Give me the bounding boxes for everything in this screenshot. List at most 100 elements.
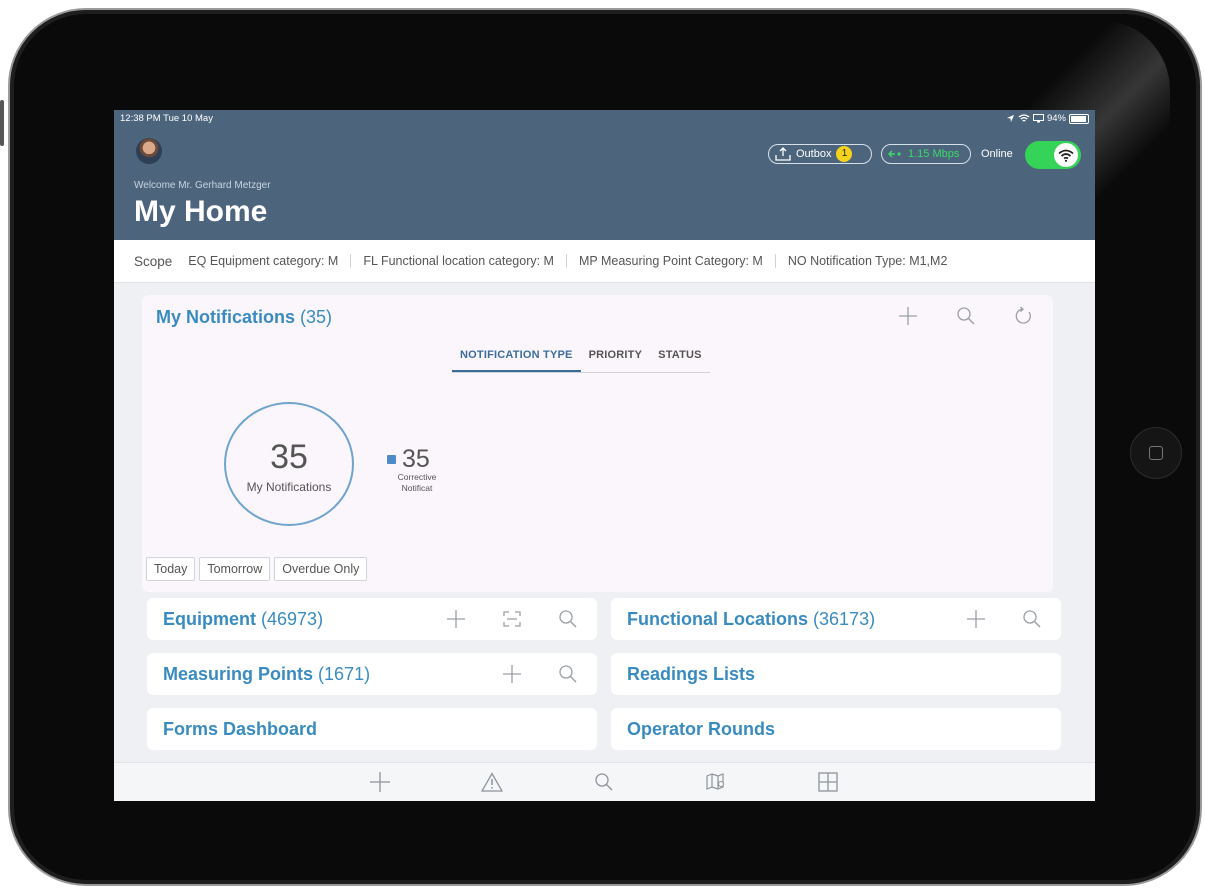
functional-locations-count: (36173) <box>813 609 876 629</box>
functional-locations-title-text: Functional Locations <box>627 609 809 629</box>
scope-item-equipment[interactable]: EQ Equipment category: M <box>188 254 350 268</box>
chart-legend: 35 Corrective Notificat <box>387 445 447 494</box>
plus-icon <box>899 307 917 325</box>
add-functional-location-button[interactable] <box>965 608 987 630</box>
plus-icon <box>447 610 465 628</box>
scan-icon <box>503 611 521 627</box>
battery-percent: 94% <box>1046 113 1066 124</box>
functional-locations-actions <box>965 608 1043 630</box>
scope-bar[interactable]: Scope EQ Equipment category: M FL Functi… <box>114 240 1095 283</box>
plus-icon <box>503 665 521 683</box>
tab-create[interactable] <box>369 771 391 793</box>
outbox-button[interactable]: Outbox 1 <box>768 144 872 164</box>
header: 12:38 PM Tue 10 May 94% Welcome Mr. Gerh… <box>114 110 1095 240</box>
map-icon <box>706 773 725 790</box>
measuring-points-count: (1671) <box>318 664 371 684</box>
scope-item-notification-type[interactable]: NO Notification Type: M1,M2 <box>774 254 960 268</box>
home-button-icon <box>1149 446 1163 460</box>
legend-value: 35 <box>402 445 430 473</box>
toggle-knob <box>1054 143 1078 167</box>
location-icon <box>1006 114 1015 123</box>
warning-icon <box>481 772 503 792</box>
tab-search[interactable] <box>593 771 615 793</box>
outbox-label: Outbox <box>796 148 832 160</box>
add-notification-button[interactable] <box>897 305 919 327</box>
search-functional-locations-button[interactable] <box>1021 608 1043 630</box>
scope-item-functional-location[interactable]: FL Functional location category: M <box>350 254 566 268</box>
scope-label: Scope <box>134 253 173 269</box>
filter-today-button[interactable]: Today <box>146 557 196 581</box>
measuring-points-actions <box>501 663 579 685</box>
forms-dashboard-tile[interactable]: Forms Dashboard <box>147 708 597 750</box>
status-time: 12:38 PM Tue 10 May <box>120 113 213 124</box>
search-icon <box>559 665 577 683</box>
legend-item[interactable]: 35 <box>387 445 447 474</box>
scan-equipment-button[interactable] <box>501 608 523 630</box>
speed-arrow-icon <box>888 150 901 158</box>
outbox-count-badge: 1 <box>836 146 853 162</box>
page-title: My Home <box>134 195 268 228</box>
search-icon <box>1023 610 1041 628</box>
search-icon <box>595 773 613 791</box>
donut-label: My Notifications <box>246 480 332 494</box>
filter-tomorrow-button[interactable]: Tomorrow <box>199 557 271 581</box>
legend-swatch <box>387 455 396 464</box>
add-equipment-button[interactable] <box>445 608 467 630</box>
functional-locations-title: Functional Locations (36173) <box>627 609 875 630</box>
equipment-title-text: Equipment <box>163 609 256 629</box>
search-icon <box>957 307 975 325</box>
tab-notifications[interactable] <box>481 771 503 793</box>
notification-tabs: NOTIFICATION TYPE PRIORITY STATUS <box>452 345 710 373</box>
search-measuring-points-button[interactable] <box>557 663 579 685</box>
network-speed: 1.15 Mbps <box>908 148 960 160</box>
wifi-icon <box>1058 149 1074 162</box>
tab-priority[interactable]: PRIORITY <box>581 345 651 372</box>
tab-notification-type[interactable]: NOTIFICATION TYPE <box>452 345 581 372</box>
filter-overdue-button[interactable]: Overdue Only <box>274 557 368 581</box>
notifications-donut-chart[interactable]: 35 My Notifications <box>224 402 354 526</box>
notifications-count: (35) <box>300 307 333 327</box>
legend-label: Corrective Notificat <box>397 472 437 493</box>
measuring-points-tile[interactable]: Measuring Points (1671) <box>147 653 597 695</box>
notifications-title[interactable]: My Notifications (35) <box>156 307 332 328</box>
readings-lists-tile[interactable]: Readings Lists <box>611 653 1061 695</box>
wifi-status-icon <box>1018 114 1030 122</box>
status-indicators: 94% <box>1006 113 1089 124</box>
search-equipment-button[interactable] <box>557 608 579 630</box>
screen-mirror-icon <box>1032 114 1044 123</box>
notifications-card: My Notifications (35) NOTIFICATION TYPE … <box>142 295 1053 592</box>
home-button[interactable] <box>1130 427 1182 479</box>
tab-dashboard[interactable] <box>817 771 839 793</box>
measuring-points-title: Measuring Points (1671) <box>163 664 370 685</box>
equipment-tile[interactable]: Equipment (46973) <box>147 598 597 640</box>
donut-total: 35 <box>270 438 308 476</box>
outbox-icon <box>775 147 791 161</box>
equipment-actions <box>445 608 579 630</box>
forms-dashboard-title: Forms Dashboard <box>163 719 318 739</box>
add-measuring-point-button[interactable] <box>501 663 523 685</box>
notifications-actions <box>897 305 1035 327</box>
app-screen: 12:38 PM Tue 10 May 94% Welcome Mr. Gerh… <box>114 110 1095 801</box>
plus-icon <box>967 610 985 628</box>
network-speed-indicator: 1.15 Mbps <box>881 144 971 164</box>
operator-rounds-tile[interactable]: Operator Rounds <box>611 708 1061 750</box>
plus-icon <box>370 772 390 792</box>
operator-rounds-title: Operator Rounds <box>627 719 776 739</box>
volume-button <box>0 100 4 146</box>
online-toggle[interactable] <box>1025 141 1081 169</box>
battery-icon <box>1069 113 1089 124</box>
bottom-tab-bar <box>114 762 1095 801</box>
online-label: Online <box>981 148 1013 160</box>
tab-map[interactable] <box>705 771 727 793</box>
equipment-count: (46973) <box>261 609 324 629</box>
date-filters: Today Tomorrow Overdue Only <box>146 557 368 581</box>
refresh-notifications-button[interactable] <box>1013 305 1035 327</box>
avatar[interactable] <box>136 138 162 164</box>
tab-status[interactable]: STATUS <box>650 345 710 372</box>
welcome-text: Welcome Mr. Gerhard Metzger <box>134 180 271 191</box>
search-notifications-button[interactable] <box>955 305 977 327</box>
equipment-title: Equipment (46973) <box>163 609 323 630</box>
functional-locations-tile[interactable]: Functional Locations (36173) <box>611 598 1061 640</box>
scope-item-measuring-point[interactable]: MP Measuring Point Category: M <box>565 254 775 268</box>
search-icon <box>559 610 577 628</box>
